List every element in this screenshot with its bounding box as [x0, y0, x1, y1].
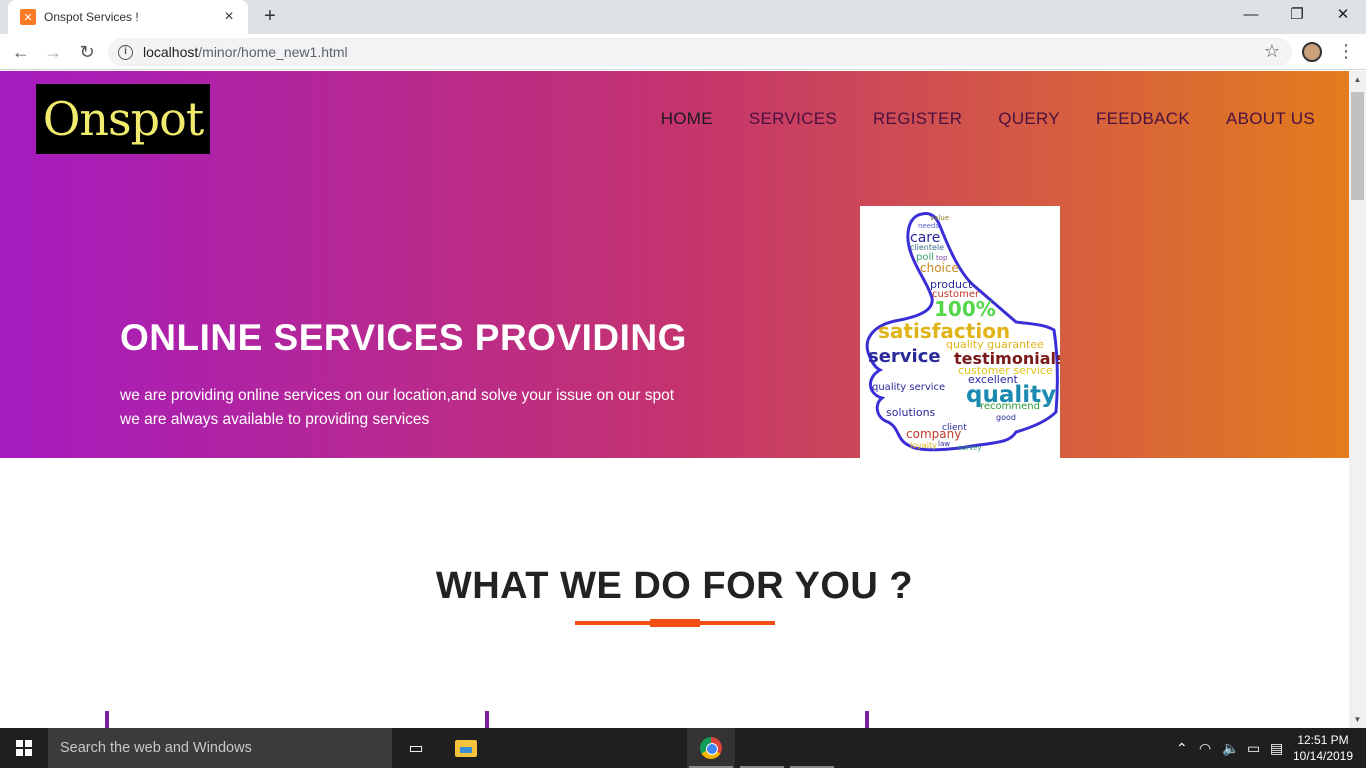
word-cloud-word: value [930, 214, 949, 222]
wifi-icon[interactable]: ◠ [1199, 728, 1211, 768]
title-underline-accent [650, 619, 700, 627]
reload-button[interactable]: ↻ [74, 39, 100, 65]
battery-icon[interactable]: ▭ [1247, 728, 1260, 768]
scroll-up-icon[interactable]: ▲ [1349, 71, 1366, 88]
windows-logo-icon [16, 740, 32, 756]
hero-title: ONLINE SERVICES PROVIDING [120, 317, 687, 358]
section-title: WHAT WE DO FOR YOU ? [435, 565, 914, 607]
bookmark-star-icon[interactable]: ☆ [1264, 41, 1280, 62]
word-cloud-word: law [938, 440, 950, 448]
service-card-accent [865, 711, 869, 728]
word-cloud-word: company [906, 427, 961, 441]
page-scrollbar[interactable]: ▲ ▼ [1349, 71, 1366, 728]
word-cloud-word: survey [958, 444, 982, 452]
task-view-icon[interactable]: ▭ [392, 728, 440, 768]
site-logo[interactable]: Onspot [36, 84, 210, 154]
clock-time: 12:51 PM [1297, 733, 1349, 747]
file-explorer-icon[interactable] [442, 728, 490, 768]
xampp-favicon-icon: ✕ [20, 9, 36, 25]
taskbar-clock[interactable]: 12:51 PM 10/14/2019 [1290, 732, 1356, 764]
window-close-button[interactable]: ✕ [1320, 0, 1366, 32]
thumbs-up-icon: valueneedscareclientelepoll topchoiceprod… [865, 212, 1066, 452]
chrome-taskbar-icon[interactable] [687, 728, 735, 768]
tab-title: Onspot Services ! [44, 10, 139, 24]
browser-toolbar: ← → ↻ i localhost/minor/home_new1.html ☆… [0, 34, 1366, 70]
chrome-menu-icon[interactable]: ⋮ [1336, 40, 1356, 64]
new-tab-button[interactable]: + [258, 4, 282, 28]
restore-button[interactable]: ❐ [1274, 0, 1320, 32]
word-cloud-word: good [996, 413, 1016, 422]
scroll-thumb[interactable] [1351, 92, 1364, 200]
start-button[interactable] [0, 728, 48, 768]
url-path: /minor/home_new1.html [198, 44, 348, 60]
back-button[interactable]: ← [8, 39, 34, 65]
word-cloud-word: 100% [934, 297, 996, 321]
action-center-icon[interactable]: ▤ [1270, 728, 1283, 768]
browser-tab[interactable]: ✕ Onspot Services ! × [8, 0, 248, 34]
hero-section: Onspot HOME SERVICES REGISTER QUERY FEED… [0, 71, 1349, 458]
nav-register[interactable]: REGISTER [873, 109, 962, 129]
tab-strip: ✕ Onspot Services ! × + — ❐ ✕ [0, 0, 1366, 34]
hero-description: we are providing online services on our … [120, 387, 675, 428]
word-cloud-word: solutions [886, 406, 936, 419]
word-cloud-word: needs [918, 222, 939, 230]
profile-avatar-icon[interactable] [1302, 42, 1322, 62]
word-cloud-word: clientele [910, 243, 944, 252]
word-cloud-word: recommend [980, 401, 1040, 412]
page-viewport: Onspot HOME SERVICES REGISTER QUERY FEED… [0, 71, 1349, 728]
chrome-logo-icon [700, 737, 722, 759]
word-cloud-word: choice [920, 261, 959, 275]
nav-feedback[interactable]: FEEDBACK [1096, 109, 1190, 129]
main-nav: HOME SERVICES REGISTER QUERY FEEDBACK AB… [661, 109, 1315, 129]
logo-text: Onspot [42, 92, 205, 146]
windows-taskbar: Search the web and Windows ▭ ⌃ ◠ 🔈 ▭ ▤ 1… [0, 728, 1366, 768]
taskbar-search-box[interactable]: Search the web and Windows [48, 728, 392, 768]
address-bar[interactable]: i localhost/minor/home_new1.html ☆ [108, 38, 1292, 66]
minimize-button[interactable]: — [1228, 0, 1274, 32]
word-cloud-word: service [868, 346, 941, 367]
show-hidden-icons-icon[interactable]: ⌃ [1176, 728, 1188, 768]
service-card-accent [485, 711, 489, 728]
word-cloud-word: quality service [872, 382, 945, 393]
nav-about-us[interactable]: ABOUT US [1226, 109, 1315, 129]
nav-query[interactable]: QUERY [998, 109, 1060, 129]
word-cloud-word: loyalty [910, 441, 937, 450]
close-tab-icon[interactable]: × [220, 8, 238, 26]
nav-home[interactable]: HOME [661, 109, 713, 129]
service-card-accent [105, 711, 109, 728]
folder-icon [455, 739, 477, 757]
url-host: localhost [143, 44, 199, 60]
volume-icon[interactable]: 🔈 [1222, 728, 1239, 768]
clock-date: 10/14/2019 [1292, 749, 1354, 763]
thumbs-up-word-cloud-image: value needs care clientele poll top choice prod… [860, 206, 1066, 458]
nav-services[interactable]: SERVICES [749, 109, 837, 129]
info-icon[interactable]: i [118, 44, 133, 60]
forward-button[interactable]: → [40, 39, 66, 65]
scroll-down-icon[interactable]: ▼ [1349, 711, 1366, 728]
